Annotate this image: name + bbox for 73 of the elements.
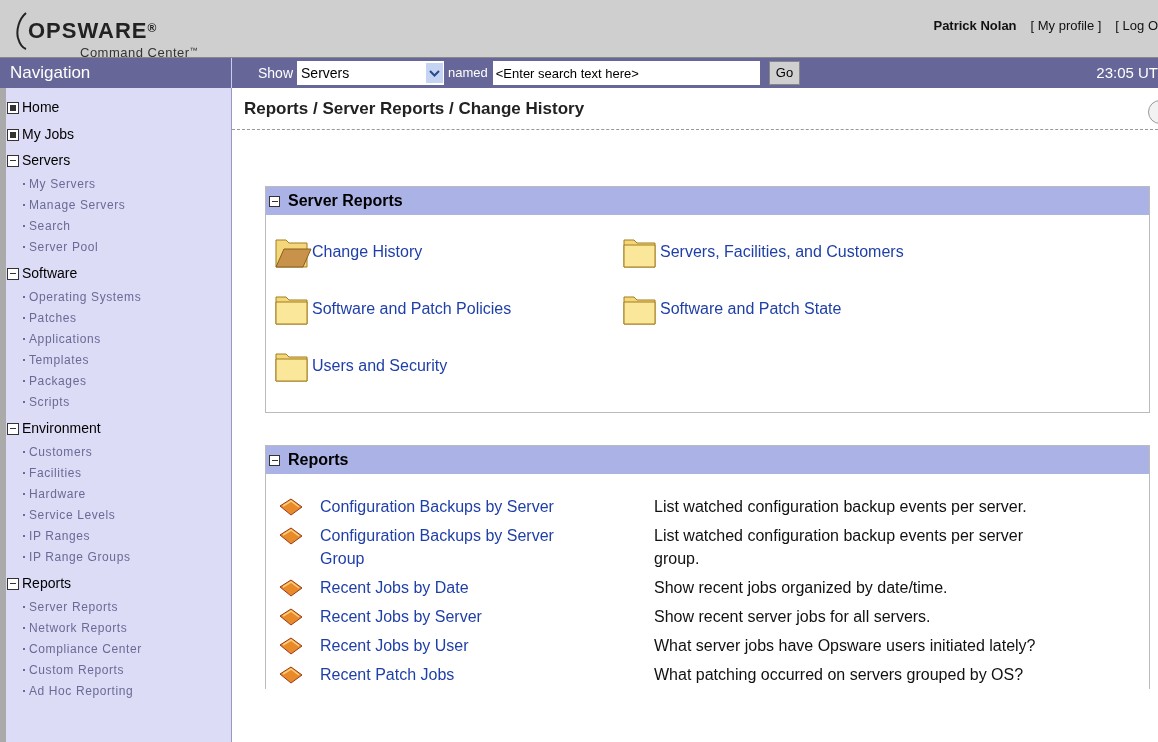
report-description: What patching occurred on servers grouped by OS? — [654, 665, 1025, 685]
sidebar-subitem[interactable]: Manage Servers — [29, 195, 126, 214]
sidebar-subitem[interactable]: Facilities — [29, 463, 82, 482]
collapse-icon[interactable] — [7, 267, 19, 280]
breadcrumb: Reports / Server Reports / Change History — [244, 97, 585, 120]
page-icon — [7, 128, 19, 141]
header-link[interactable]: [ My profile ] — [1030, 16, 1102, 36]
report-link[interactable]: Recent Patch Jobs — [320, 663, 580, 686]
report-book-icon — [278, 526, 304, 546]
named-label: named — [448, 64, 488, 83]
report-book-icon — [278, 665, 304, 685]
clock-time: 23:05 UT — [1096, 62, 1158, 83]
sidebar-subitem[interactable]: Service Levels — [29, 505, 116, 524]
sidebar-subitem[interactable]: Server Pool — [29, 237, 99, 256]
sidebar-item[interactable]: My Jobs — [22, 124, 75, 145]
collapse-icon[interactable] — [7, 422, 19, 435]
sidebar-group[interactable]: Software — [22, 263, 78, 284]
report-description: List watched configuration backup events per server. — [654, 497, 1028, 517]
section-title: Reports — [288, 450, 349, 470]
sidebar-subitem[interactable]: Search — [29, 216, 71, 235]
sidebar-subitem[interactable]: Network Reports — [29, 618, 128, 637]
folder-link[interactable]: Users and Security — [312, 353, 448, 378]
logo-swoosh-icon — [16, 12, 27, 50]
folder-link[interactable]: Servers, Facilities, and Customers — [660, 239, 904, 264]
sidebar-subitem[interactable]: Server Reports — [29, 597, 119, 616]
sidebar-subitem[interactable]: Patches — [29, 308, 77, 327]
section-title: Server Reports — [288, 191, 403, 211]
report-link[interactable]: Recent Jobs by Date — [320, 576, 580, 599]
report-link[interactable]: Recent Jobs by User — [320, 634, 580, 657]
show-dropdown[interactable]: Servers — [297, 61, 445, 85]
logo-text: OPSWARE$^{®}$ — [28, 20, 158, 42]
sidebar-subitem[interactable]: Compliance Center — [29, 639, 142, 658]
user-name: Patrick Nolan — [933, 17, 1017, 35]
logo-subtitle: Command Center$^{™}$ — [80, 46, 199, 59]
sidebar-subitem[interactable]: Templates — [29, 350, 90, 369]
report-description: Show recent server jobs for all servers. — [654, 607, 932, 627]
sidebar-subitem[interactable]: Customers — [29, 442, 93, 461]
collapse-icon[interactable] — [7, 154, 19, 167]
report-link[interactable]: Configuration Backups by Server — [320, 495, 580, 518]
report-link[interactable]: Configuration Backups by Server Group — [320, 524, 580, 570]
go-button[interactable]: Go — [768, 61, 801, 85]
page-icon — [7, 101, 19, 114]
sidebar-group[interactable]: Environment — [22, 418, 101, 439]
header-link[interactable]: [ Log O — [1115, 16, 1158, 36]
sidebar-subitem[interactable]: Applications — [29, 329, 101, 348]
report-book-icon — [278, 578, 304, 598]
sidebar-group[interactable]: Reports — [22, 573, 72, 594]
report-description: What server jobs have Opsware users initiated lately? — [654, 636, 1037, 656]
sidebar-subitem[interactable]: Custom Reports — [29, 660, 125, 679]
sidebar-subitem[interactable]: IP Range Groups — [29, 547, 131, 566]
show-label: Show — [258, 63, 294, 83]
report-link[interactable]: Recent Jobs by Server — [320, 605, 580, 628]
sidebar-subitem[interactable]: Operating Systems — [29, 287, 142, 306]
search-field[interactable]: <Enter search text here> — [492, 61, 760, 85]
collapse-icon[interactable] — [269, 454, 280, 466]
sidebar-item[interactable]: Home — [22, 97, 60, 118]
sidebar-subitem[interactable]: Packages — [29, 371, 87, 390]
collapse-icon[interactable] — [269, 195, 280, 207]
folder-link[interactable]: Software and Patch State — [660, 296, 842, 321]
sidebar-subitem[interactable]: Scripts — [29, 392, 70, 411]
sidebar-subitem[interactable]: My Servers — [29, 174, 96, 193]
folder-link[interactable]: Change History — [312, 239, 423, 264]
sidebar-group[interactable]: Servers — [22, 150, 71, 171]
report-description: List watched configuration backup events per server group. — [654, 526, 1025, 569]
report-book-icon — [278, 497, 304, 517]
collapse-icon[interactable] — [7, 577, 19, 590]
sidebar-subitem[interactable]: Hardware — [29, 484, 86, 503]
report-description: Show recent jobs organized by date/time. — [654, 578, 949, 598]
sidebar-subitem[interactable]: IP Ranges — [29, 526, 91, 545]
folder-link[interactable]: Software and Patch Policies — [312, 296, 512, 321]
report-book-icon — [278, 636, 304, 656]
sidebar-subitem[interactable]: Ad Hoc Reporting — [29, 681, 134, 700]
report-book-icon — [278, 607, 304, 627]
